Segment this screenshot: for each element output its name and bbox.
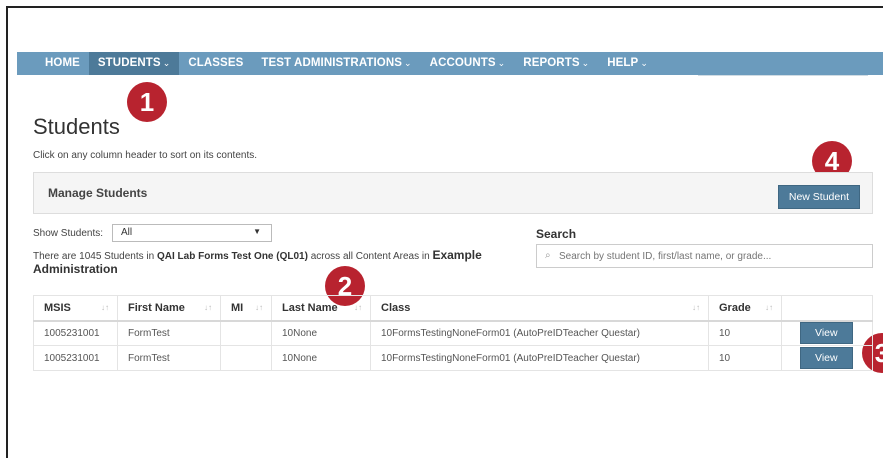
cell-first-name: FormTest: [117, 345, 221, 371]
page-title: Students: [33, 114, 120, 139]
cell-mi: [220, 320, 272, 346]
students-summary: There are 1045 Students in QAI Lab Forms…: [33, 248, 482, 276]
nav-divider: [698, 75, 868, 76]
cell-action: View: [781, 345, 873, 371]
chevron-down-icon: ⌄: [162, 58, 171, 68]
cell-msis: 1005231001: [33, 345, 118, 371]
search-icon: ⌕: [545, 250, 551, 261]
students-table: MSIS ↓↑ First Name ↓↑ MI ↓↑ Last Name ↓↑ Cla…: [33, 295, 873, 371]
chevron-down-icon: ⌄: [640, 58, 648, 68]
nav-help[interactable]: HELP ⌄: [598, 52, 657, 75]
sort-icon: ↓↑: [204, 303, 212, 312]
search-label: Search: [536, 227, 577, 241]
cell-grade: 10: [708, 345, 782, 371]
nav-students[interactable]: STUDENTS ⌄: [88, 52, 180, 75]
chevron-down-icon: ⌄: [581, 58, 590, 68]
chevron-down-icon: ⌄: [497, 58, 506, 68]
show-students-select[interactable]: All ▼: [112, 224, 272, 242]
show-students-label: Show Students:: [33, 228, 104, 239]
search-input[interactable]: [559, 248, 859, 264]
table-row: 1005231001 FormTest 10None 10FormsTestin…: [33, 320, 873, 346]
column-header-grade[interactable]: Grade ↓↑: [708, 295, 782, 322]
nav-test-administrations[interactable]: TEST ADMINISTRATIONS ⌄: [252, 52, 420, 75]
nav-classes[interactable]: CLASSES: [179, 52, 252, 75]
cell-class: 10FormsTestingNoneForm01 (AutoPreIDTeach…: [370, 345, 709, 371]
cell-action: View: [781, 320, 873, 346]
nav-home[interactable]: HOME: [36, 52, 89, 75]
cell-msis: 1005231001: [33, 320, 118, 346]
main-nav: HOME STUDENTS ⌄ CLASSES TEST ADMINISTRATI…: [17, 52, 883, 75]
table-row: 1005231001 FormTest 10None 10FormsTestin…: [33, 345, 873, 371]
column-header-first-name[interactable]: First Name ↓↑: [117, 295, 221, 322]
column-header-class[interactable]: Class ↓↑: [370, 295, 709, 322]
class-name: QAI Lab Forms Test One (QL01): [156, 251, 308, 262]
column-header-mi[interactable]: MI ↓↑: [220, 295, 272, 322]
view-button[interactable]: View: [800, 347, 853, 369]
callout-badge-1: 1: [127, 82, 167, 122]
dropdown-arrow-icon: ▼: [253, 227, 261, 236]
cell-class: 10FormsTestingNoneForm01 (AutoPreIDTeach…: [370, 320, 709, 346]
new-student-button[interactable]: New Student: [777, 185, 860, 209]
cell-grade: 10: [708, 320, 782, 346]
manage-students-panel: Manage Students New Student: [33, 172, 873, 214]
panel-title: Manage Students: [48, 186, 148, 200]
sort-icon: ↓↑: [255, 303, 263, 312]
table-header-row: MSIS ↓↑ First Name ↓↑ MI ↓↑ Last Name ↓↑ Cla…: [33, 295, 873, 322]
nav-accounts[interactable]: ACCOUNTS ⌄: [421, 52, 515, 75]
show-students-value: All: [121, 227, 133, 238]
sort-icon: ↓↑: [354, 303, 362, 312]
column-header-msis[interactable]: MSIS ↓↑: [33, 295, 118, 322]
column-header-last-name[interactable]: Last Name ↓↑: [271, 295, 371, 322]
sort-icon: ↓↑: [692, 303, 700, 312]
view-button[interactable]: View: [800, 322, 853, 345]
cell-last-name: 10None: [271, 345, 371, 371]
column-header-actions: [781, 295, 873, 322]
cell-mi: [220, 345, 272, 371]
sort-icon: ↓↑: [765, 303, 773, 312]
chevron-down-icon: ⌄: [404, 58, 412, 68]
sort-hint: Click on any column header to sort on it…: [33, 150, 258, 161]
cell-first-name: FormTest: [117, 320, 221, 346]
sort-icon: ↓↑: [101, 303, 109, 312]
search-box[interactable]: ⌕: [536, 244, 873, 268]
nav-reports[interactable]: REPORTS ⌄: [514, 52, 598, 75]
cell-last-name: 10None: [271, 320, 371, 346]
